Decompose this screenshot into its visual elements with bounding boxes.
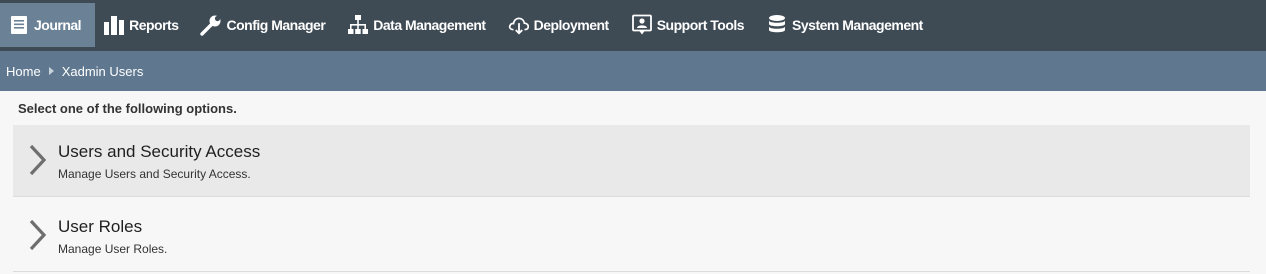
journal-icon xyxy=(8,14,30,36)
database-icon xyxy=(766,14,788,36)
nav-reports[interactable]: Reports xyxy=(95,3,192,47)
nav-data-management-label: Data Management xyxy=(373,17,486,33)
nav-deployment[interactable]: Deployment xyxy=(500,3,623,47)
nav-config-manager[interactable]: Config Manager xyxy=(192,3,339,47)
breadcrumb: Home Xadmin Users xyxy=(0,51,1266,91)
breadcrumb-home[interactable]: Home xyxy=(6,64,41,79)
wrench-icon xyxy=(200,14,222,36)
option-title: User Roles xyxy=(58,217,143,236)
chevron-right-icon xyxy=(29,219,47,251)
chevron-right-icon xyxy=(29,144,47,176)
option-user-roles[interactable]: User Roles Manage User Roles. xyxy=(13,197,1250,272)
bar-chart-icon xyxy=(103,14,125,36)
nav-journal[interactable]: Journal xyxy=(0,3,96,47)
nav-data-management[interactable]: Data Management xyxy=(339,3,499,47)
hierarchy-icon xyxy=(347,14,369,36)
nav-reports-label: Reports xyxy=(129,17,179,33)
nav-system-management[interactable]: System Management xyxy=(758,3,937,47)
nav-config-manager-label: Config Manager xyxy=(226,17,326,33)
top-navigation: Journal Reports Config Manager Data Mana… xyxy=(0,0,1266,51)
nav-support-tools-label: Support Tools xyxy=(656,17,745,33)
option-description: Manage Users and Security Access. xyxy=(58,167,251,181)
nav-deployment-label: Deployment xyxy=(533,17,610,33)
nav-journal-label: Journal xyxy=(34,17,82,33)
option-description: Manage User Roles. xyxy=(58,242,168,256)
breadcrumb-current: Xadmin Users xyxy=(61,63,144,79)
cloud-download-icon xyxy=(508,14,530,36)
option-users-and-security-access[interactable]: Users and Security Access Manage Users a… xyxy=(13,125,1250,197)
instructions-text: Select one of the following options. xyxy=(18,101,237,116)
nav-support-tools[interactable]: Support Tools xyxy=(623,3,758,47)
option-title: Users and Security Access xyxy=(58,142,261,161)
support-user-icon xyxy=(631,14,653,36)
nav-system-management-label: System Management xyxy=(792,17,923,33)
breadcrumb-separator-icon xyxy=(48,67,54,75)
